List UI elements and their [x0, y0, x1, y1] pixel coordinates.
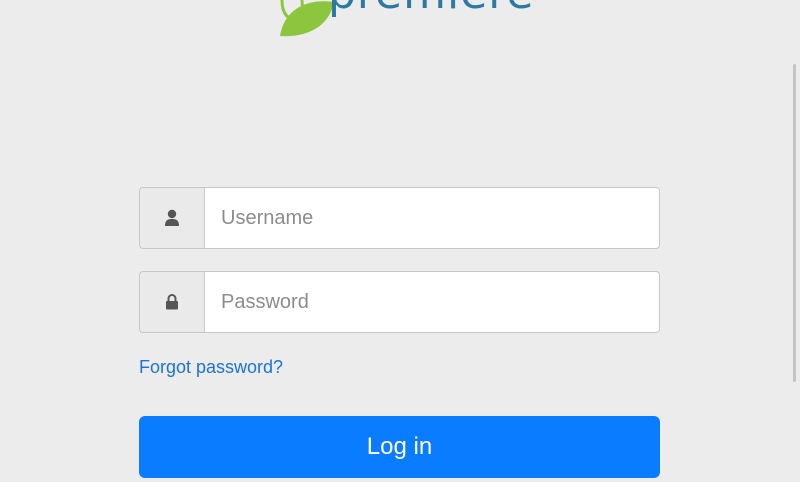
user-icon [165, 209, 179, 226]
logo-wordmark: premiere [328, 0, 534, 16]
username-group [139, 187, 660, 249]
scrollbar[interactable] [793, 64, 796, 382]
forgot-password-link[interactable]: Forgot password? [139, 357, 283, 378]
login-page: premiere Forgot password? Log in [0, 0, 800, 482]
leaf-logo-icon [280, 0, 334, 37]
brand-logo: premiere [276, 0, 536, 40]
username-input[interactable] [204, 187, 660, 249]
password-input[interactable] [204, 271, 660, 333]
password-addon [139, 271, 204, 333]
lock-icon [166, 294, 178, 310]
username-addon [139, 187, 204, 249]
password-group [139, 271, 660, 333]
login-button[interactable]: Log in [139, 416, 660, 478]
